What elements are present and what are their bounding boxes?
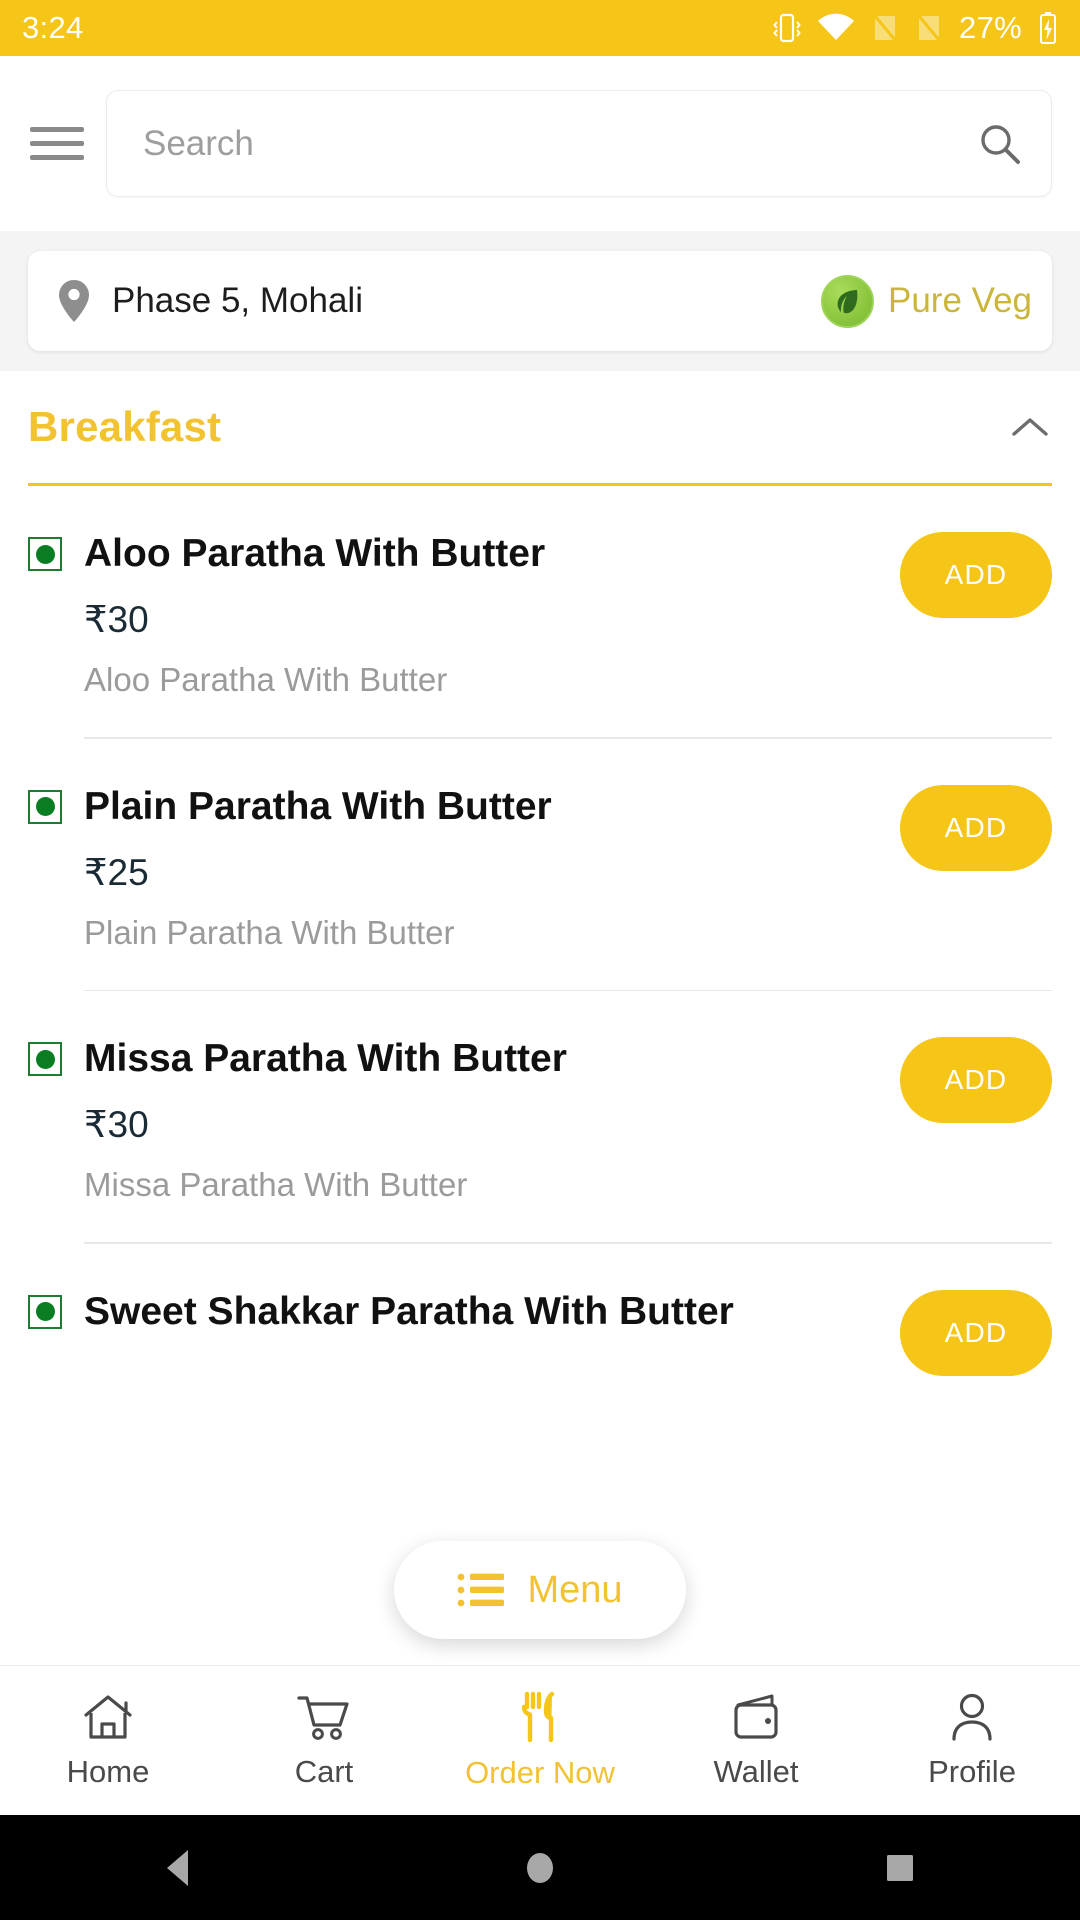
menu-item-price: ₹30 — [84, 599, 149, 640]
menu-item-description: Missa Paratha With Butter — [84, 1166, 468, 1203]
nav-label: Home — [66, 1753, 150, 1789]
leaf-icon — [821, 274, 874, 328]
wifi-icon — [818, 13, 855, 41]
menu-item-price: ₹25 — [84, 851, 149, 893]
menu-item-name: Plain Paratha With Butter — [84, 784, 552, 828]
location-address: Phase 5, Mohali — [112, 281, 363, 320]
vibrate-icon — [773, 13, 801, 43]
signal-off-icon — [873, 15, 897, 41]
section-header-wrap: Breakfast — [0, 371, 1080, 486]
search-placeholder: Search — [143, 123, 254, 163]
home-button[interactable] — [360, 1847, 720, 1889]
location-card[interactable]: Phase 5, Mohali Pure Veg — [28, 251, 1052, 351]
cutlery-icon — [521, 1691, 555, 1742]
android-navigation-bar — [0, 1815, 1080, 1920]
veg-indicator-icon — [28, 1294, 62, 1329]
veg-indicator-icon — [28, 789, 62, 824]
nav-item-order-now[interactable]: Order Now — [432, 1666, 648, 1815]
menu-fab-button[interactable]: Menu — [394, 1541, 686, 1639]
add-button[interactable]: ADD — [900, 1037, 1052, 1123]
section-title: Breakfast — [28, 403, 222, 450]
recents-button[interactable] — [720, 1847, 1080, 1889]
search-icon[interactable] — [977, 121, 1023, 167]
list-icon — [458, 1573, 505, 1607]
section-header-breakfast[interactable]: Breakfast — [28, 371, 1052, 486]
search-input[interactable]: Search — [106, 90, 1052, 197]
pure-veg-badge: Pure Veg — [821, 274, 1032, 328]
app-screen: 3:24 27% Search Phase 5, Mohali Pure Veg… — [0, 0, 1080, 1920]
signal-off-icon — [917, 15, 941, 41]
person-icon — [952, 1693, 992, 1741]
add-button[interactable]: ADD — [900, 532, 1052, 618]
menu-item-name: Missa Paratha With Butter — [84, 1037, 567, 1080]
add-button[interactable]: ADD — [900, 784, 1052, 871]
battery-percentage: 27% — [959, 10, 1022, 45]
square-icon — [887, 1854, 913, 1881]
menu-item[interactable]: Missa Paratha With Butter ₹30 Missa Para… — [0, 991, 1080, 1244]
menu-item-name: Sweet Shakkar Paratha With Butter — [84, 1289, 734, 1333]
nav-item-profile[interactable]: Profile — [864, 1666, 1080, 1815]
status-bar: 3:24 27% — [0, 0, 1080, 56]
menu-item-price: ₹30 — [84, 1104, 149, 1145]
menu-item[interactable]: Aloo Paratha With Butter ₹30 Aloo Parath… — [0, 486, 1080, 739]
search-header: Search — [0, 56, 1080, 231]
add-button[interactable]: ADD — [900, 1289, 1052, 1376]
status-time: 3:24 — [22, 10, 84, 45]
nav-item-home[interactable]: Home — [0, 1666, 216, 1815]
home-icon — [84, 1694, 132, 1739]
veg-indicator-icon — [28, 1042, 62, 1076]
menu-item[interactable]: Sweet Shakkar Paratha With Butter ADD — [0, 1244, 1080, 1376]
location-pin-icon — [56, 278, 92, 324]
chevron-up-icon[interactable] — [1008, 413, 1052, 441]
pure-veg-label: Pure Veg — [888, 281, 1032, 320]
nav-label: Wallet — [713, 1753, 799, 1789]
cart-icon — [297, 1695, 349, 1740]
menu-item-list[interactable]: Aloo Paratha With Butter ₹30 Aloo Parath… — [0, 486, 1080, 1665]
wallet-icon — [734, 1694, 778, 1739]
nav-label: Profile — [928, 1753, 1016, 1789]
menu-fab-label: Menu — [527, 1568, 623, 1611]
location-strip: Phase 5, Mohali Pure Veg — [0, 231, 1080, 371]
menu-item[interactable]: Plain Paratha With Butter ₹25 Plain Para… — [0, 739, 1080, 991]
nav-label: Order Now — [465, 1754, 615, 1790]
bottom-navigation: Home Cart Order Now Wallet Profile — [0, 1665, 1080, 1815]
hamburger-icon[interactable] — [30, 122, 84, 166]
status-icon-group: 27% — [773, 10, 1058, 46]
triangle-left-icon — [167, 1849, 188, 1886]
nav-item-cart[interactable]: Cart — [216, 1666, 432, 1815]
menu-item-description: Plain Paratha With Butter — [84, 913, 455, 951]
back-button[interactable] — [0, 1847, 360, 1889]
battery-charging-icon — [1040, 12, 1056, 44]
menu-item-name: Aloo Paratha With Butter — [84, 532, 546, 575]
veg-indicator-icon — [28, 537, 62, 571]
menu-item-description: Aloo Paratha With Butter — [84, 661, 448, 698]
nav-item-wallet[interactable]: Wallet — [648, 1666, 864, 1815]
nav-label: Cart — [294, 1753, 354, 1789]
circle-icon — [527, 1852, 553, 1883]
